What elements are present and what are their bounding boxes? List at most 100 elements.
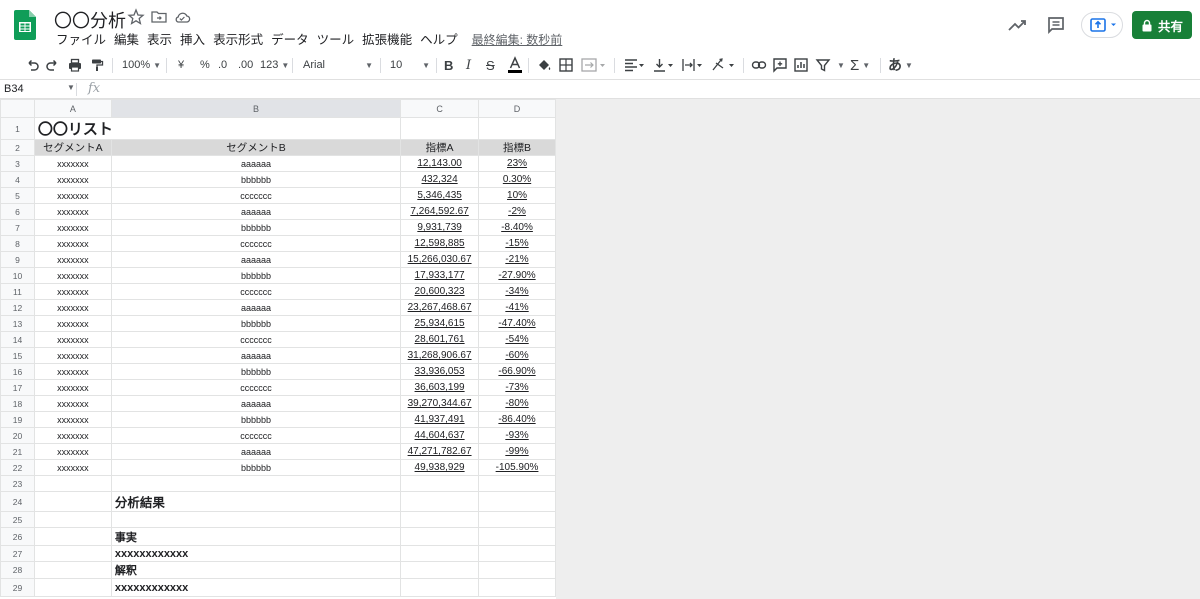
menu-extensions[interactable]: 拡張機能 — [358, 31, 416, 49]
row-header[interactable]: 5 — [0, 187, 35, 204]
cell-metric-b[interactable]: -99% — [478, 443, 556, 460]
more-formats-button[interactable]: 123 ▼ — [260, 56, 289, 74]
cell-metric-a[interactable]: 20,600,323 — [400, 283, 480, 300]
interpretation-value-cell[interactable]: xxxxxxxxxxxx — [110, 578, 402, 597]
cell-segment-b[interactable]: ccccccc — [110, 379, 402, 396]
cell-segment-a[interactable]: xxxxxxx — [33, 331, 112, 348]
cell-segment-b[interactable]: bbbbbb — [110, 171, 402, 188]
cell[interactable] — [400, 578, 480, 597]
zoom-select[interactable]: 100% ▼ — [122, 56, 161, 74]
row-header[interactable]: 18 — [0, 395, 35, 412]
cell-metric-b[interactable]: -93% — [478, 427, 556, 444]
cell[interactable] — [400, 527, 480, 546]
paint-format-icon[interactable] — [89, 56, 105, 74]
row-header[interactable]: 10 — [0, 267, 35, 284]
cell-segment-a[interactable]: xxxxxxx — [33, 171, 112, 188]
cell[interactable] — [478, 561, 556, 579]
fact-value-cell[interactable]: xxxxxxxxxxxx — [110, 545, 402, 562]
row-header[interactable]: 19 — [0, 411, 35, 428]
column-header-b[interactable]: B — [110, 99, 402, 118]
cell[interactable] — [478, 545, 556, 562]
cell-metric-a[interactable]: 33,936,053 — [400, 363, 480, 380]
cell-metric-a[interactable]: 49,938,929 — [400, 459, 480, 476]
column-header-d[interactable]: D — [478, 99, 556, 118]
star-icon[interactable] — [127, 8, 145, 26]
cell-metric-b[interactable]: -105.90% — [478, 459, 556, 476]
cell-segment-a[interactable]: xxxxxxx — [33, 203, 112, 220]
row-header[interactable]: 29 — [0, 578, 35, 597]
share-button[interactable]: 共有 — [1132, 11, 1192, 39]
cell-segment-a[interactable]: xxxxxxx — [33, 363, 112, 380]
cell-metric-b[interactable]: -8.40% — [478, 219, 556, 236]
cell-segment-b[interactable]: ccccccc — [110, 331, 402, 348]
menu-help[interactable]: ヘルプ — [416, 31, 462, 49]
interpretation-label-cell[interactable]: 解釈 — [110, 561, 402, 579]
menu-data[interactable]: データ — [267, 31, 313, 49]
functions-icon[interactable]: Σ ▼ — [850, 56, 870, 74]
cell-metric-a[interactable]: 28,601,761 — [400, 331, 480, 348]
cell-segment-b[interactable]: ccccccc — [110, 187, 402, 204]
cell-metric-b[interactable]: -27.90% — [478, 267, 556, 284]
cell[interactable] — [478, 475, 556, 492]
row-header[interactable]: 14 — [0, 331, 35, 348]
select-all-corner[interactable] — [0, 99, 35, 118]
cell-segment-b[interactable]: ccccccc — [110, 427, 402, 444]
menu-view[interactable]: 表示 — [143, 31, 176, 49]
row-header[interactable]: 27 — [0, 545, 35, 562]
cell-metric-b[interactable]: -47.40% — [478, 315, 556, 332]
cell-metric-b[interactable]: -2% — [478, 203, 556, 220]
cell-segment-a[interactable]: xxxxxxx — [33, 251, 112, 268]
menu-format[interactable]: 表示形式 — [209, 31, 267, 49]
cell-metric-a[interactable]: 44,604,637 — [400, 427, 480, 444]
menu-insert[interactable]: 挿入 — [176, 31, 209, 49]
header-cell-metric-a[interactable]: 指標A — [400, 139, 480, 156]
text-color-icon[interactable] — [507, 56, 523, 74]
font-size-select[interactable]: 10 ▼ — [390, 56, 430, 74]
row-header[interactable]: 20 — [0, 427, 35, 444]
cell-segment-a[interactable]: xxxxxxx — [33, 219, 112, 236]
cell-metric-a[interactable]: 47,271,782.67 — [400, 443, 480, 460]
cell-metric-a[interactable]: 31,268,906.67 — [400, 347, 480, 364]
cell-segment-b[interactable]: bbbbbb — [110, 363, 402, 380]
cell[interactable] — [478, 117, 556, 140]
cell[interactable] — [33, 527, 112, 546]
cell-segment-a[interactable]: xxxxxxx — [33, 427, 112, 444]
cell-metric-b[interactable]: 10% — [478, 187, 556, 204]
row-header[interactable]: 26 — [0, 527, 35, 546]
cell-metric-a[interactable]: 39,270,344.67 — [400, 395, 480, 412]
cell-segment-a[interactable]: xxxxxxx — [33, 443, 112, 460]
cell-segment-a[interactable]: xxxxxxx — [33, 283, 112, 300]
cell-metric-a[interactable]: 36,603,199 — [400, 379, 480, 396]
cell-segment-a[interactable]: xxxxxxx — [33, 395, 112, 412]
cell[interactable] — [400, 117, 480, 140]
cell-segment-a[interactable]: xxxxxxx — [33, 155, 112, 172]
cell[interactable] — [478, 491, 556, 512]
sheets-logo-icon[interactable] — [14, 10, 36, 40]
cell-segment-b[interactable]: bbbbbb — [110, 411, 402, 428]
row-header[interactable]: 6 — [0, 203, 35, 220]
cell-segment-b[interactable]: aaaaaa — [110, 299, 402, 316]
cell-segment-b[interactable]: aaaaaa — [110, 203, 402, 220]
cell-segment-b[interactable]: aaaaaa — [110, 347, 402, 364]
row-header[interactable]: 4 — [0, 171, 35, 188]
cell-metric-a[interactable]: 432,324 — [400, 171, 480, 188]
font-family-select[interactable]: Arial ▼ — [303, 56, 373, 74]
row-header[interactable]: 2 — [0, 139, 35, 156]
row-header[interactable]: 22 — [0, 459, 35, 476]
undo-icon[interactable] — [24, 56, 40, 74]
analysis-heading-cell[interactable]: 分析結果 — [110, 491, 402, 512]
cell[interactable] — [400, 491, 480, 512]
cell-metric-a[interactable]: 12,143.00 — [400, 155, 480, 172]
filter-icon[interactable] — [815, 56, 831, 74]
bold-icon[interactable]: B — [444, 56, 453, 74]
activity-trend-icon[interactable] — [1006, 14, 1028, 36]
cell[interactable] — [478, 527, 556, 546]
italic-icon[interactable]: I — [466, 56, 471, 74]
menu-edit[interactable]: 編集 — [110, 31, 143, 49]
cell-metric-a[interactable]: 25,934,615 — [400, 315, 480, 332]
cell-metric-b[interactable]: -21% — [478, 251, 556, 268]
cell[interactable] — [478, 511, 556, 528]
menu-file[interactable]: ファイル — [52, 31, 110, 49]
cloud-status-icon[interactable] — [173, 8, 191, 26]
cell-metric-a[interactable]: 17,933,177 — [400, 267, 480, 284]
